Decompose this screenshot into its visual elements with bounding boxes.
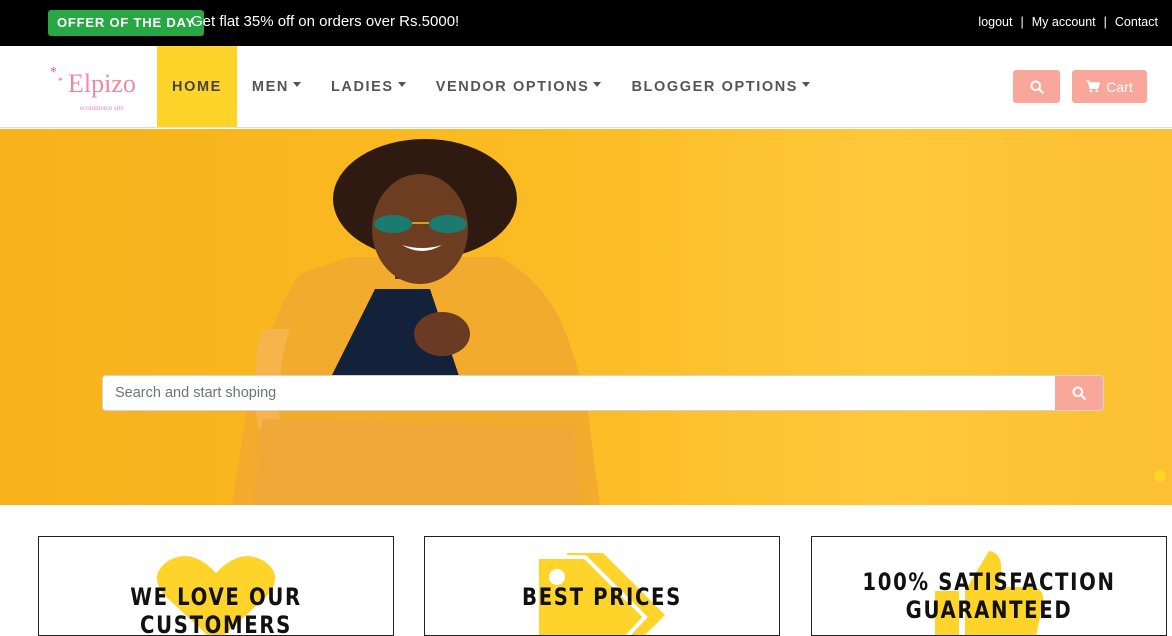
- search-icon: [1030, 80, 1044, 94]
- nav-blogger-label: BLOGGER OPTIONS: [631, 78, 799, 95]
- svg-text:*: *: [58, 76, 63, 86]
- my-account-link[interactable]: My account: [1032, 14, 1096, 30]
- caret-down-icon: [397, 82, 406, 87]
- svg-text:*: *: [50, 65, 57, 80]
- search-icon: [1072, 386, 1086, 400]
- main-navbar: * * Elpizo ecommerce site HOME MEN LADIE…: [0, 46, 1172, 128]
- caret-down-icon: [802, 82, 811, 87]
- hero-model-image: [232, 139, 600, 505]
- nav-men[interactable]: MEN: [237, 46, 316, 127]
- carousel-indicator[interactable]: [1154, 470, 1166, 482]
- nav-home[interactable]: HOME: [157, 46, 237, 127]
- offer-badge: OFFER OF THE DAY: [48, 10, 204, 36]
- cart-label: Cart: [1106, 78, 1133, 95]
- cart-icon: [1086, 80, 1101, 93]
- link-separator: |: [1020, 15, 1024, 29]
- cart-button[interactable]: Cart: [1072, 70, 1147, 103]
- feature-card-prices: BEST PRICES: [424, 536, 780, 636]
- nav-ladies-label: LADIES: [330, 78, 394, 95]
- brand-name: Elpizo: [68, 69, 136, 98]
- brand-tagline: ecommerce site: [80, 104, 124, 112]
- hero-search-bar: [102, 375, 1104, 411]
- hero-search-input[interactable]: [103, 376, 1055, 410]
- caret-down-icon: [292, 82, 301, 87]
- hero-search-button[interactable]: [1055, 376, 1103, 410]
- offer-text: Get flat 35% off on orders over Rs.5000!: [191, 13, 460, 30]
- nav-vendor-label: VENDOR OPTIONS: [435, 78, 590, 95]
- caret-down-icon: [593, 82, 602, 87]
- account-links: logout | My account | Contact: [978, 14, 1158, 30]
- feature-title-line2: GUARANTEED: [905, 596, 1073, 624]
- nav-men-label: MEN: [251, 78, 289, 95]
- feature-card-customers: WE LOVE OUR CUSTOMERS: [38, 536, 394, 636]
- logout-link[interactable]: logout: [978, 14, 1012, 30]
- feature-card-satisfaction: 100% SATISFACTION GUARANTEED: [811, 536, 1167, 636]
- brand-logo[interactable]: * * Elpizo ecommerce site: [48, 54, 140, 120]
- nav-vendor-options[interactable]: VENDOR OPTIONS: [421, 46, 617, 127]
- link-separator: |: [1103, 15, 1107, 29]
- feature-title-line1: 100% SATISFACTION: [862, 568, 1116, 596]
- feature-title: BEST PRICES: [522, 583, 682, 611]
- nav-search-button[interactable]: [1013, 70, 1060, 103]
- nav-ladies[interactable]: LADIES: [316, 46, 421, 127]
- nav-menu: HOME MEN LADIES VENDOR OPTIONS BLOGGER O…: [157, 46, 825, 127]
- hero-banner: [0, 129, 1172, 505]
- nav-home-label: HOME: [172, 78, 222, 95]
- feature-title: WE LOVE OUR CUSTOMERS: [130, 583, 302, 636]
- top-bar: OFFER OF THE DAY Get flat 35% off on ord…: [0, 0, 1172, 46]
- contact-link[interactable]: Contact: [1115, 14, 1158, 30]
- nav-blogger-options[interactable]: BLOGGER OPTIONS: [616, 46, 825, 127]
